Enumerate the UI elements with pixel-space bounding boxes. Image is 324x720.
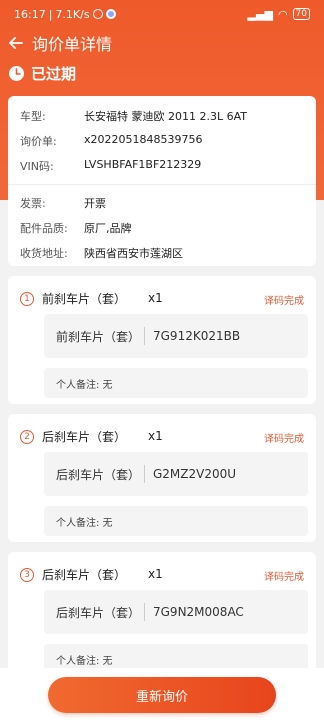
info-row-part-quality: 配件品质: 原厂,品牌 <box>20 222 132 235</box>
nav-bar: 询价单详情 <box>0 28 324 58</box>
page-title: 询价单详情 <box>32 35 113 54</box>
divider <box>144 327 145 345</box>
back-arrow-icon[interactable] <box>6 33 26 53</box>
part-quantity: x1 <box>148 429 163 443</box>
info-divider <box>8 184 316 185</box>
part-code-box: 后刹车片（套） 7G9N2M008AC <box>44 590 308 634</box>
part-name: 后刹车片（套） <box>42 430 127 444</box>
part-name: 后刹车片（套） <box>42 568 127 582</box>
expired-status: 已过期 <box>8 63 76 84</box>
requery-button[interactable]: 重新询价 <box>48 677 276 713</box>
part-card[interactable]: 3 后刹车片（套） x1 译码完成 后刹车片（套） 7G9N2M008AC 个人… <box>8 552 316 680</box>
battery-icon: 70 <box>292 8 310 20</box>
status-label: 已过期 <box>31 65 77 83</box>
remark-box: 个人备注: 无 <box>44 368 308 398</box>
decode-status: 译码完成 <box>264 296 304 307</box>
clock-icon <box>9 66 24 81</box>
signal-icon: ▂▄▆ <box>247 7 273 21</box>
network-speed: 7.1K/s <box>55 7 90 21</box>
part-code-box: 后刹车片（套） G2MZ2V200U <box>44 452 308 496</box>
alarm-icon <box>92 9 103 19</box>
inquiry-info-card: 车型: 长安福特 蒙迪欧 2011 2.3L 6AT 询价单: x2022051… <box>8 96 316 266</box>
code-part-name: 后刹车片（套） <box>56 605 141 620</box>
part-card[interactable]: 2 后刹车片（套） x1 译码完成 后刹车片（套） G2MZ2V200U 个人备… <box>8 414 316 542</box>
part-code: 7G9N2M008AC <box>153 605 244 619</box>
part-code-box: 前刹车片（套） 7G912K021BB <box>44 314 308 358</box>
info-row-car-model: 车型: 长安福特 蒙迪欧 2011 2.3L 6AT <box>20 110 247 123</box>
part-name: 前刹车片（套） <box>42 292 127 306</box>
wifi-icon: ◠ <box>277 7 288 21</box>
divider <box>144 603 145 621</box>
item-number-badge: 2 <box>20 429 34 444</box>
item-number-badge: 1 <box>20 291 34 306</box>
decode-status: 译码完成 <box>264 572 304 583</box>
part-quantity: x1 <box>148 291 163 305</box>
footer-bar: 重新询价 <box>0 668 324 720</box>
divider <box>144 465 145 483</box>
item-number-badge: 3 <box>20 567 34 582</box>
status-bar: 16:17 | 7.1K/s ▂▄▆ ◠ 70 <box>0 0 324 28</box>
info-row-inquiry-number: 询价单: x2022051848539756 <box>20 133 203 148</box>
info-row-vin: VIN码: LVSHBFAF1BF212329 <box>20 158 202 173</box>
info-row-address: 收货地址: 陕西省西安市莲湖区 <box>20 247 183 260</box>
part-card[interactable]: 1 前刹车片（套） x1 译码完成 前刹车片（套） 7G912K021BB 个人… <box>8 276 316 404</box>
code-part-name: 前刹车片（套） <box>56 329 141 344</box>
info-row-invoice: 发票: 开票 <box>20 197 106 210</box>
app-notification-icon <box>105 9 116 19</box>
part-code: 7G912K021BB <box>153 329 241 343</box>
code-part-name: 后刹车片（套） <box>56 467 141 482</box>
status-time: 16:17 <box>14 7 46 21</box>
decode-status: 译码完成 <box>264 434 304 445</box>
remark-box: 个人备注: 无 <box>44 506 308 536</box>
part-quantity: x1 <box>148 567 163 581</box>
part-code: G2MZ2V200U <box>153 467 237 481</box>
